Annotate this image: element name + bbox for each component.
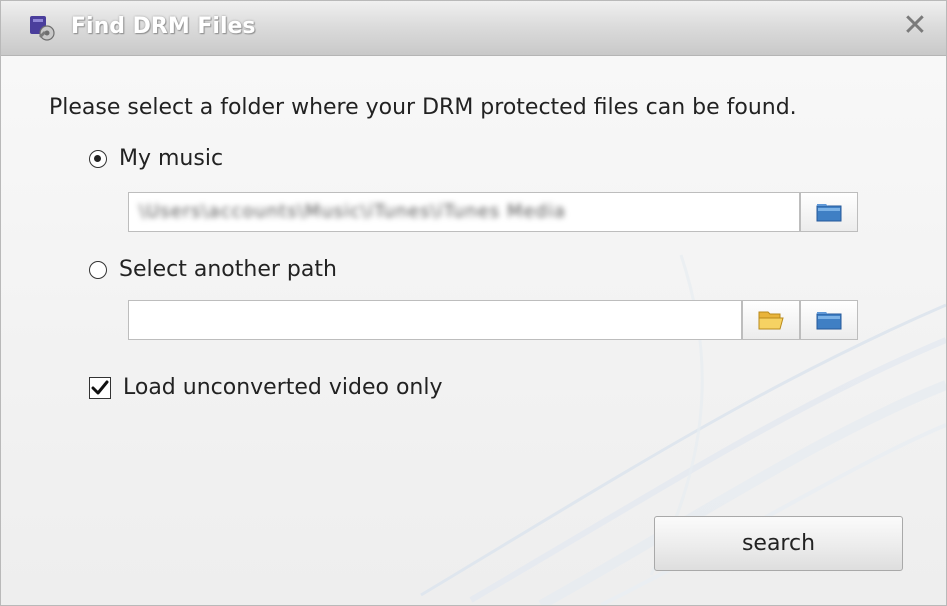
find-drm-files-dialog: Find DRM Files ✕ Please select a folder … <box>0 0 947 606</box>
my-music-path-field[interactable]: \Users\accounts\Music\iTunes\iTunes Medi… <box>128 192 800 232</box>
radio-button-selected[interactable] <box>89 149 107 168</box>
checkbox-checked[interactable] <box>89 376 111 399</box>
close-button[interactable]: ✕ <box>898 9 932 43</box>
browse-my-music-button[interactable] <box>800 192 858 232</box>
my-music-path-value: \Users\accounts\Music\iTunes\iTunes Medi… <box>139 201 566 222</box>
blue-folder-icon <box>816 204 842 222</box>
search-button[interactable]: search <box>654 516 903 571</box>
radio-my-music[interactable]: My music <box>89 146 223 171</box>
radio-button-unselected[interactable] <box>89 260 107 279</box>
open-folder-button[interactable] <box>742 300 800 340</box>
checkbox-label: Load unconverted video only <box>123 375 443 400</box>
window-title: Find DRM Files <box>71 14 256 39</box>
load-unconverted-video-option[interactable]: Load unconverted video only <box>89 375 443 400</box>
instruction-text: Please select a folder where your DRM pr… <box>49 95 797 120</box>
checkmark-icon <box>91 380 109 394</box>
title-bar[interactable]: Find DRM Files ✕ <box>1 1 946 56</box>
radio-label-another-path: Select another path <box>119 257 337 282</box>
radio-label-my-music: My music <box>119 146 224 171</box>
close-icon: ✕ <box>902 8 928 43</box>
radio-select-another-path[interactable]: Select another path <box>89 257 337 282</box>
browse-another-path-button[interactable] <box>800 300 858 340</box>
app-icon <box>30 16 55 41</box>
another-path-field[interactable] <box>128 300 742 340</box>
open-folder-icon <box>758 311 784 330</box>
blue-folder-icon <box>816 312 842 330</box>
